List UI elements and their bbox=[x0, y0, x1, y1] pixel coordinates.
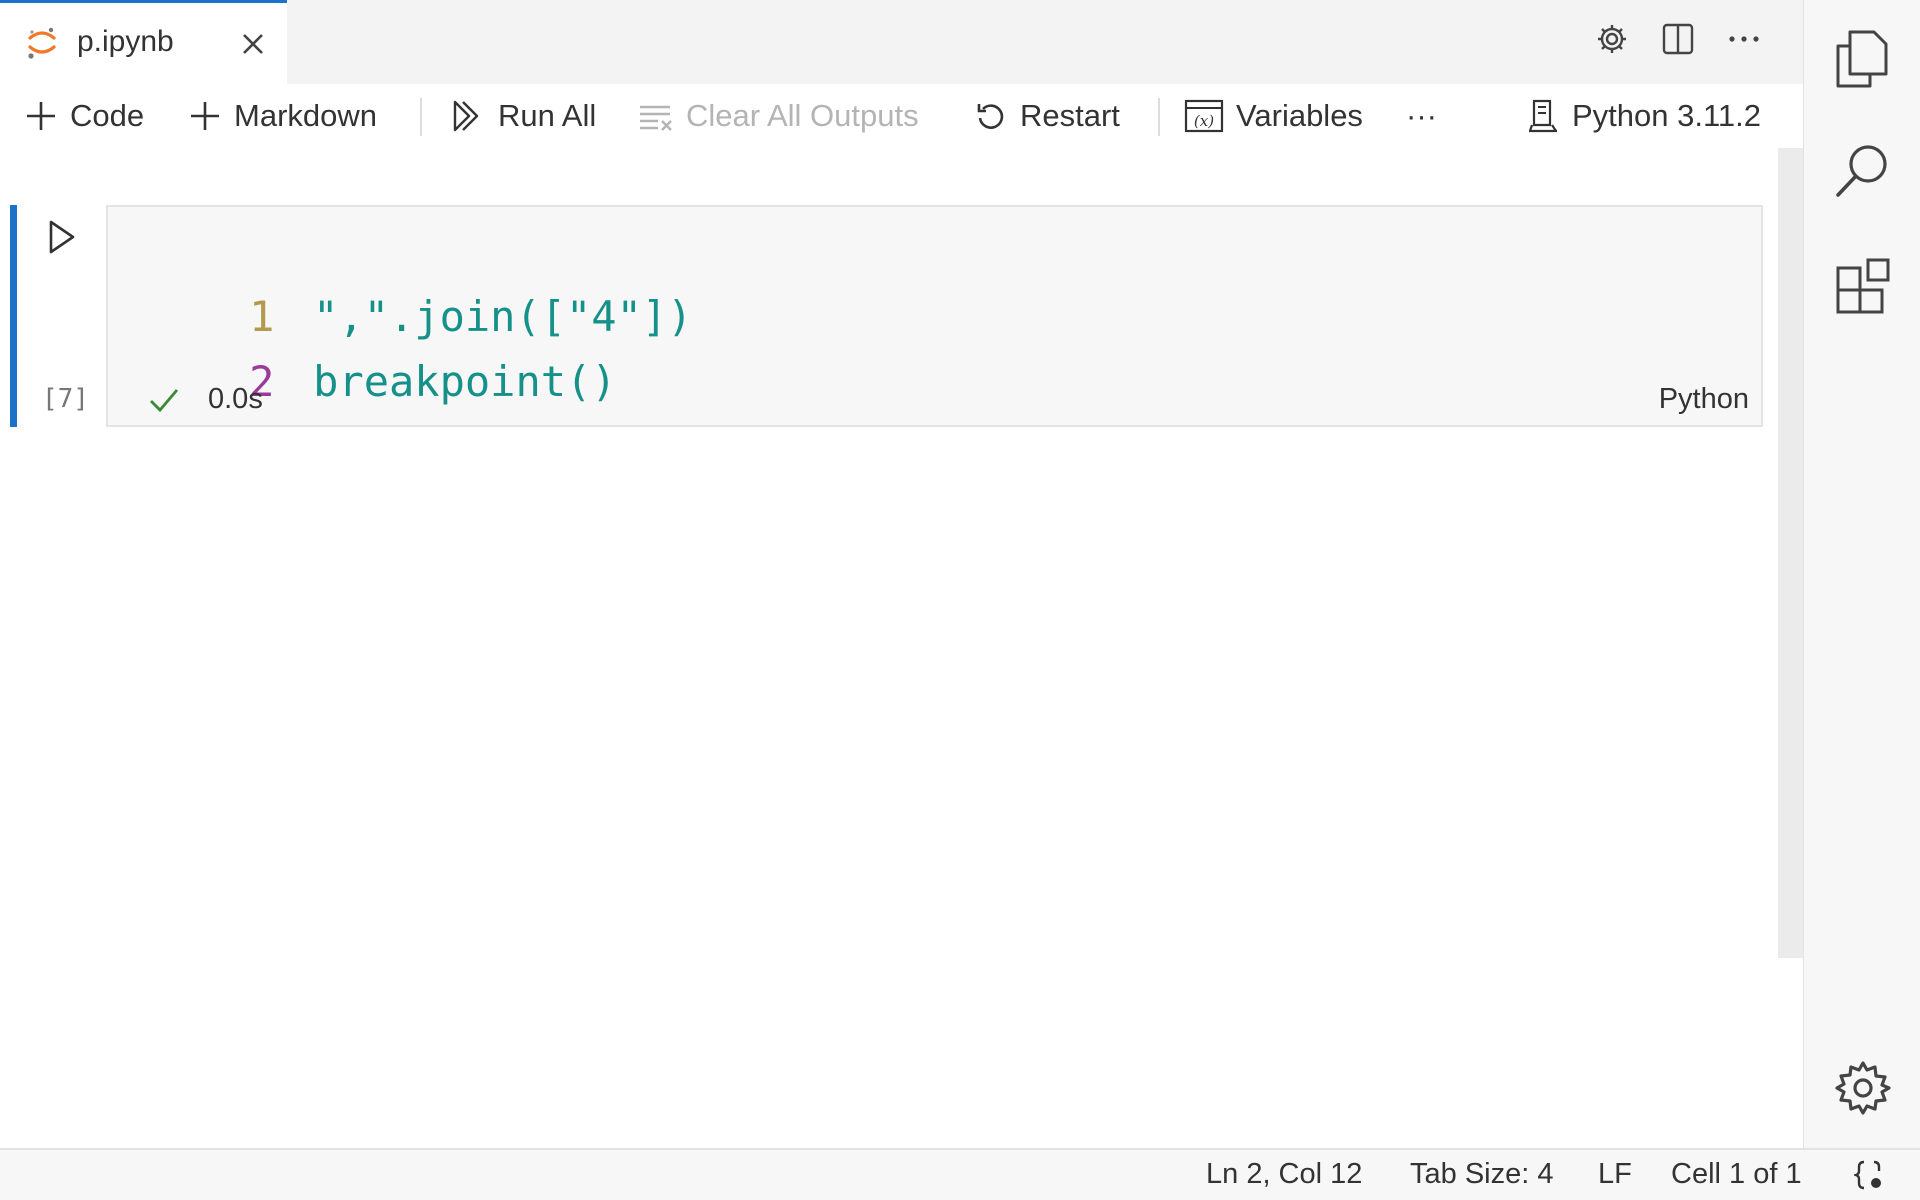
editor-tab-bar: p.ipynb bbox=[0, 0, 1803, 85]
more-label: ··· bbox=[1406, 98, 1437, 133]
add-code-label: Code bbox=[70, 98, 145, 133]
kernel-server-icon bbox=[1526, 97, 1560, 135]
tab-size[interactable]: Tab Size: 4 bbox=[1410, 1158, 1553, 1191]
cell-focus-indicator bbox=[10, 205, 17, 427]
run-all-button[interactable]: Run All bbox=[450, 96, 596, 136]
run-all-icon bbox=[450, 98, 486, 134]
code-line[interactable]: 2 breakpoint() bbox=[148, 308, 617, 455]
kernel-picker-button[interactable]: Python 3.11.2 bbox=[1526, 96, 1761, 136]
svg-text:(x): (x) bbox=[1194, 112, 1214, 130]
clear-outputs-icon bbox=[638, 98, 674, 134]
execution-time: 0.0s bbox=[208, 383, 263, 415]
plus-icon bbox=[24, 99, 58, 133]
notifications-icon[interactable] bbox=[1854, 1159, 1884, 1191]
add-markdown-cell-button[interactable]: Markdown bbox=[188, 96, 377, 136]
variables-button[interactable]: (x) Variables bbox=[1184, 96, 1363, 136]
search-icon[interactable] bbox=[1832, 140, 1894, 202]
close-icon[interactable] bbox=[238, 29, 268, 59]
plus-icon bbox=[188, 99, 222, 133]
gear-icon[interactable] bbox=[1593, 20, 1631, 58]
toolbar-divider bbox=[1158, 98, 1160, 136]
jupyter-icon bbox=[26, 25, 58, 61]
activity-bar bbox=[1803, 0, 1920, 1148]
cursor-position[interactable]: Ln 2, Col 12 bbox=[1206, 1158, 1362, 1191]
kernel-label: Python 3.11.2 bbox=[1572, 98, 1762, 133]
cell-language-picker[interactable]: Python bbox=[1659, 383, 1749, 416]
code-cell[interactable]: 1 ",".join(["4"]) 2 breakpoint() 0.0s Pyth… bbox=[106, 205, 1763, 427]
add-code-cell-button[interactable]: Code bbox=[24, 96, 144, 136]
play-icon bbox=[44, 218, 78, 256]
manage-gear-icon[interactable] bbox=[1832, 1057, 1894, 1119]
restart-kernel-button[interactable]: Restart bbox=[974, 96, 1120, 136]
variables-label: Variables bbox=[1236, 98, 1363, 133]
end-of-line[interactable]: LF bbox=[1598, 1158, 1632, 1191]
toolbar-divider bbox=[420, 98, 422, 136]
split-editor-icon[interactable] bbox=[1659, 20, 1697, 58]
restart-label: Restart bbox=[1020, 98, 1120, 133]
more-toolbar-actions-button[interactable]: ··· bbox=[1406, 96, 1437, 136]
execution-count: [7] bbox=[42, 384, 89, 414]
vertical-scrollbar[interactable] bbox=[1778, 148, 1803, 958]
clear-all-outputs-label: Clear All Outputs bbox=[686, 98, 919, 133]
variables-icon: (x) bbox=[1184, 98, 1224, 134]
more-actions-icon[interactable] bbox=[1725, 20, 1763, 58]
run-cell-button[interactable] bbox=[44, 218, 78, 256]
add-markdown-label: Markdown bbox=[234, 98, 377, 133]
tab-title: p.ipynb bbox=[77, 25, 174, 58]
explorer-icon[interactable] bbox=[1832, 26, 1890, 90]
extensions-icon[interactable] bbox=[1832, 256, 1894, 318]
restart-icon bbox=[974, 99, 1008, 133]
cell-info[interactable]: Cell 1 of 1 bbox=[1671, 1158, 1802, 1191]
tab-notebook[interactable]: p.ipynb bbox=[0, 0, 287, 84]
status-bar: Ln 2, Col 12 Tab Size: 4 LF Cell 1 of 1 bbox=[0, 1148, 1920, 1200]
run-all-label: Run All bbox=[498, 98, 597, 133]
success-check-icon bbox=[148, 385, 180, 415]
notebook-toolbar: Code Markdown Run All Clear All Outputs … bbox=[0, 84, 1803, 148]
code-text: breakpoint() bbox=[313, 357, 617, 406]
clear-all-outputs-button[interactable]: Clear All Outputs bbox=[638, 96, 919, 136]
